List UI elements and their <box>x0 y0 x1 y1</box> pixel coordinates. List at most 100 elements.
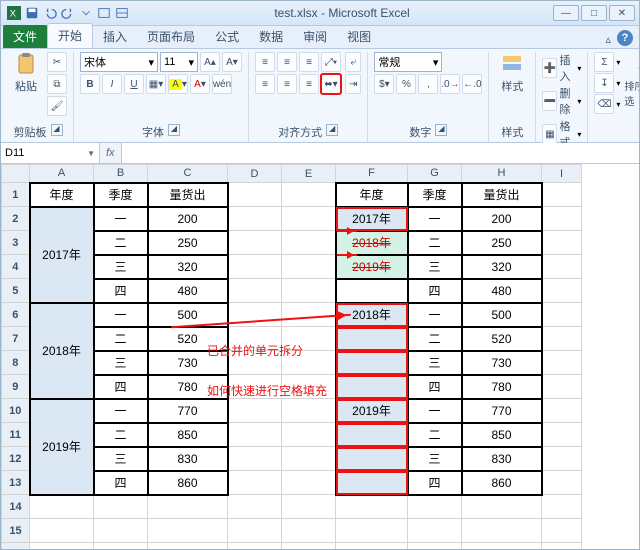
styles-button[interactable]: 样式 <box>495 52 529 94</box>
minimize-button[interactable]: — <box>553 5 579 21</box>
row-header-10[interactable]: 10 <box>2 399 30 423</box>
merged-year[interactable]: 2018年 <box>30 303 94 399</box>
close-button[interactable]: ✕ <box>609 5 635 21</box>
fill-color-button[interactable]: A▾ <box>168 74 188 94</box>
paste-icon <box>14 52 38 76</box>
insert-cells-button[interactable]: ➕ <box>542 58 557 78</box>
copy-button[interactable]: ⧉ <box>47 74 67 94</box>
autosum-button[interactable]: Σ <box>594 52 614 72</box>
cut-button[interactable]: ✂ <box>47 52 67 72</box>
tab-file[interactable]: 文件 <box>3 25 47 48</box>
font-color-button[interactable]: A▾ <box>190 74 210 94</box>
row-header-6[interactable]: 6 <box>2 303 30 327</box>
align-launcher[interactable]: ◢ <box>326 124 338 136</box>
indent-button[interactable]: ⇥ <box>345 74 361 94</box>
group-styles: 样式 样式 <box>489 52 536 142</box>
row-header-7[interactable]: 7 <box>2 327 30 351</box>
align-center-button[interactable]: ≡ <box>277 74 297 94</box>
row-header-15[interactable]: 15 <box>2 519 30 543</box>
col-header-B[interactable]: B <box>94 165 148 183</box>
comma-button[interactable]: , <box>418 74 438 94</box>
bold-button[interactable]: B <box>80 74 100 94</box>
align-right-button[interactable]: ≡ <box>299 74 319 94</box>
fx-label[interactable]: fx <box>100 143 122 163</box>
row-header-5[interactable]: 5 <box>2 279 30 303</box>
quick-access-toolbar: X <box>1 6 135 20</box>
orientation-button[interactable]: ⤢▾ <box>321 52 341 72</box>
border-button[interactable]: ▦▾ <box>146 74 166 94</box>
tab-2[interactable]: 页面布局 <box>137 25 205 48</box>
fill-button[interactable]: ↧ <box>594 73 614 93</box>
merge-center-button[interactable]: ⬌▾ <box>321 74 341 94</box>
tab-4[interactable]: 数据 <box>249 25 293 48</box>
maximize-button[interactable]: □ <box>581 5 607 21</box>
sort-filter-button[interactable]: 排序和筛选 <box>624 52 640 108</box>
undo-icon[interactable] <box>43 6 57 20</box>
select-all-corner[interactable] <box>2 165 30 183</box>
col-header-I[interactable]: I <box>542 165 582 183</box>
row-header-8[interactable]: 8 <box>2 351 30 375</box>
sort-icon <box>636 52 640 76</box>
align-left-button[interactable]: ≡ <box>255 74 275 94</box>
clear-button[interactable]: ⌫ <box>594 94 614 114</box>
row-header-3[interactable]: 3 <box>2 231 30 255</box>
row-header-16[interactable]: 16 <box>2 543 30 550</box>
row-header-1[interactable]: 1 <box>2 183 30 207</box>
help-icon[interactable]: ? <box>617 30 633 46</box>
merged-year[interactable]: 2017年 <box>30 207 94 303</box>
row-header-12[interactable]: 12 <box>2 447 30 471</box>
phonetic-button[interactable]: wén <box>212 74 232 94</box>
font-name-combo[interactable]: 宋体▾ <box>80 52 158 72</box>
col-header-F[interactable]: F <box>336 165 408 183</box>
delete-cells-button[interactable]: ➖ <box>542 91 557 111</box>
redo-icon[interactable] <box>61 6 75 20</box>
align-middle-button[interactable]: ≡ <box>277 52 297 72</box>
qat-more-icon[interactable] <box>79 6 93 20</box>
format-painter-button[interactable]: 🖌 <box>47 96 67 116</box>
grow-font-button[interactable]: A▴ <box>200 52 220 72</box>
wrap-text-button[interactable]: ⤶ <box>345 52 361 72</box>
align-top-button[interactable]: ≡ <box>255 52 275 72</box>
align-bottom-button[interactable]: ≡ <box>299 52 319 72</box>
col-header-A[interactable]: A <box>30 165 94 183</box>
clipboard-launcher[interactable]: ◢ <box>51 124 63 136</box>
ribbon-min-icon[interactable]: ▵ <box>605 33 617 48</box>
percent-button[interactable]: % <box>396 74 416 94</box>
row-header-13[interactable]: 13 <box>2 471 30 495</box>
shrink-font-button[interactable]: A▾ <box>222 52 242 72</box>
row-header-14[interactable]: 14 <box>2 495 30 519</box>
merged-year[interactable]: 2019年 <box>30 399 94 495</box>
paste-button[interactable]: 粘贴 <box>9 52 43 94</box>
font-launcher[interactable]: ◢ <box>168 124 180 136</box>
row-header-4[interactable]: 4 <box>2 255 30 279</box>
italic-button[interactable]: I <box>102 74 122 94</box>
col-header-D[interactable]: D <box>228 165 282 183</box>
formula-input[interactable] <box>122 143 639 163</box>
number-format-combo[interactable]: 常规▾ <box>374 52 442 72</box>
inc-decimal-button[interactable]: .0→ <box>440 74 460 94</box>
qat-extra2-icon[interactable] <box>115 6 129 20</box>
format-cells-button[interactable]: ▦ <box>542 124 557 144</box>
dec-decimal-button[interactable]: ←.0 <box>462 74 482 94</box>
number-launcher[interactable]: ◢ <box>435 124 447 136</box>
worksheet-grid[interactable]: ABCDEFGHI1年度季度量货出年度季度量货出22017年一2002017年一… <box>1 164 639 549</box>
col-header-C[interactable]: C <box>148 165 228 183</box>
name-box[interactable]: D11▼ <box>1 143 100 163</box>
tab-5[interactable]: 审阅 <box>293 25 337 48</box>
row-header-2[interactable]: 2 <box>2 207 30 231</box>
col-header-G[interactable]: G <box>408 165 462 183</box>
col-header-E[interactable]: E <box>282 165 336 183</box>
tab-1[interactable]: 插入 <box>93 25 137 48</box>
tab-0[interactable]: 开始 <box>47 23 93 48</box>
title-bar: X test.xlsx - Microsoft Excel — □ ✕ <box>1 1 639 26</box>
underline-button[interactable]: U <box>124 74 144 94</box>
tab-6[interactable]: 视图 <box>337 25 381 48</box>
col-header-H[interactable]: H <box>462 165 542 183</box>
font-size-combo[interactable]: 11▾ <box>160 52 198 72</box>
tab-3[interactable]: 公式 <box>205 25 249 48</box>
qat-extra1-icon[interactable] <box>97 6 111 20</box>
row-header-11[interactable]: 11 <box>2 423 30 447</box>
save-icon[interactable] <box>25 6 39 20</box>
currency-button[interactable]: $▾ <box>374 74 394 94</box>
row-header-9[interactable]: 9 <box>2 375 30 399</box>
